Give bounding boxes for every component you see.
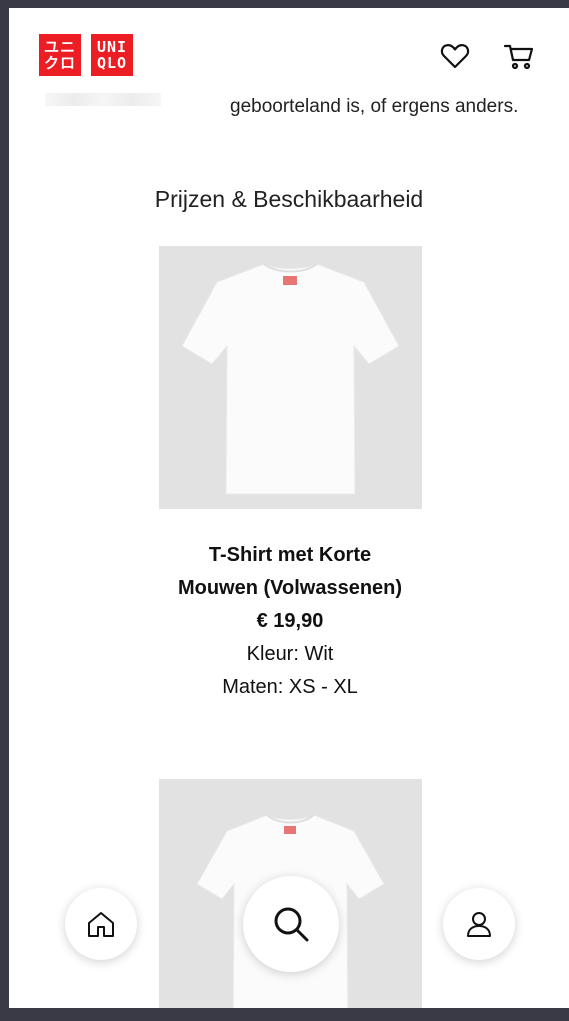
account-button[interactable]: [443, 888, 515, 960]
home-button[interactable]: [65, 888, 137, 960]
product-color: Kleur: Wit: [246, 643, 334, 665]
product-name-line2[interactable]: Mouwen (Volwassenen): [9, 572, 569, 605]
heart-icon[interactable]: [439, 40, 471, 72]
search-button[interactable]: [243, 876, 339, 972]
uniqlo-logo-latin[interactable]: UNI QLO: [91, 34, 133, 76]
product-sizes: Maten: XS - XL: [222, 676, 358, 698]
logo-katakana-line2: クロ: [43, 54, 76, 72]
logo-latin-line1: UNI: [96, 38, 128, 56]
product-info: T-Shirt met Korte Mouwen (Volwassenen) €…: [9, 539, 569, 704]
intro-text: geboorteland is, of ergens anders.: [230, 96, 519, 117]
tag-icon: [284, 826, 296, 834]
section-title: Prijzen & Beschikbaarheid: [154, 186, 424, 212]
cart-icon[interactable]: [503, 40, 535, 72]
product-price: € 19,90: [256, 610, 324, 632]
tag-icon: [283, 276, 297, 285]
user-icon: [467, 912, 491, 937]
logo-katakana-line1: ユニ: [43, 38, 76, 56]
home-icon: [88, 912, 114, 937]
logo-latin-line2: QLO: [96, 54, 128, 72]
page: ユニ クロ UNI QLO geboorteland is, of ergens…: [9, 8, 569, 1008]
product-name-line1[interactable]: T-Shirt met Korte: [9, 539, 569, 572]
search-icon: [274, 907, 309, 942]
uniqlo-logo-katakana[interactable]: ユニ クロ: [39, 34, 81, 76]
header: ユニ クロ UNI QLO: [9, 8, 569, 93]
product-image[interactable]: [159, 246, 422, 509]
